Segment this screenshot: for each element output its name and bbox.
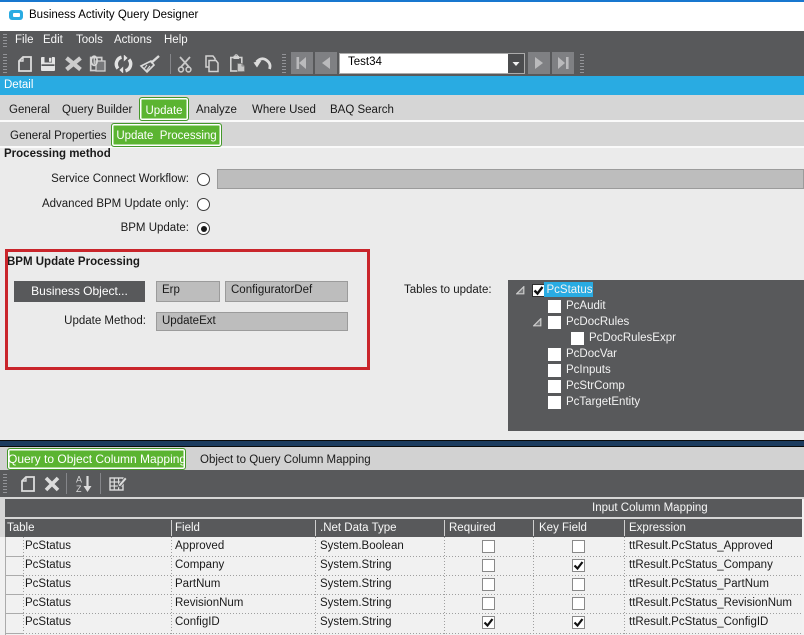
svg-text:A: A — [76, 475, 82, 485]
svg-text:Z: Z — [76, 484, 82, 494]
